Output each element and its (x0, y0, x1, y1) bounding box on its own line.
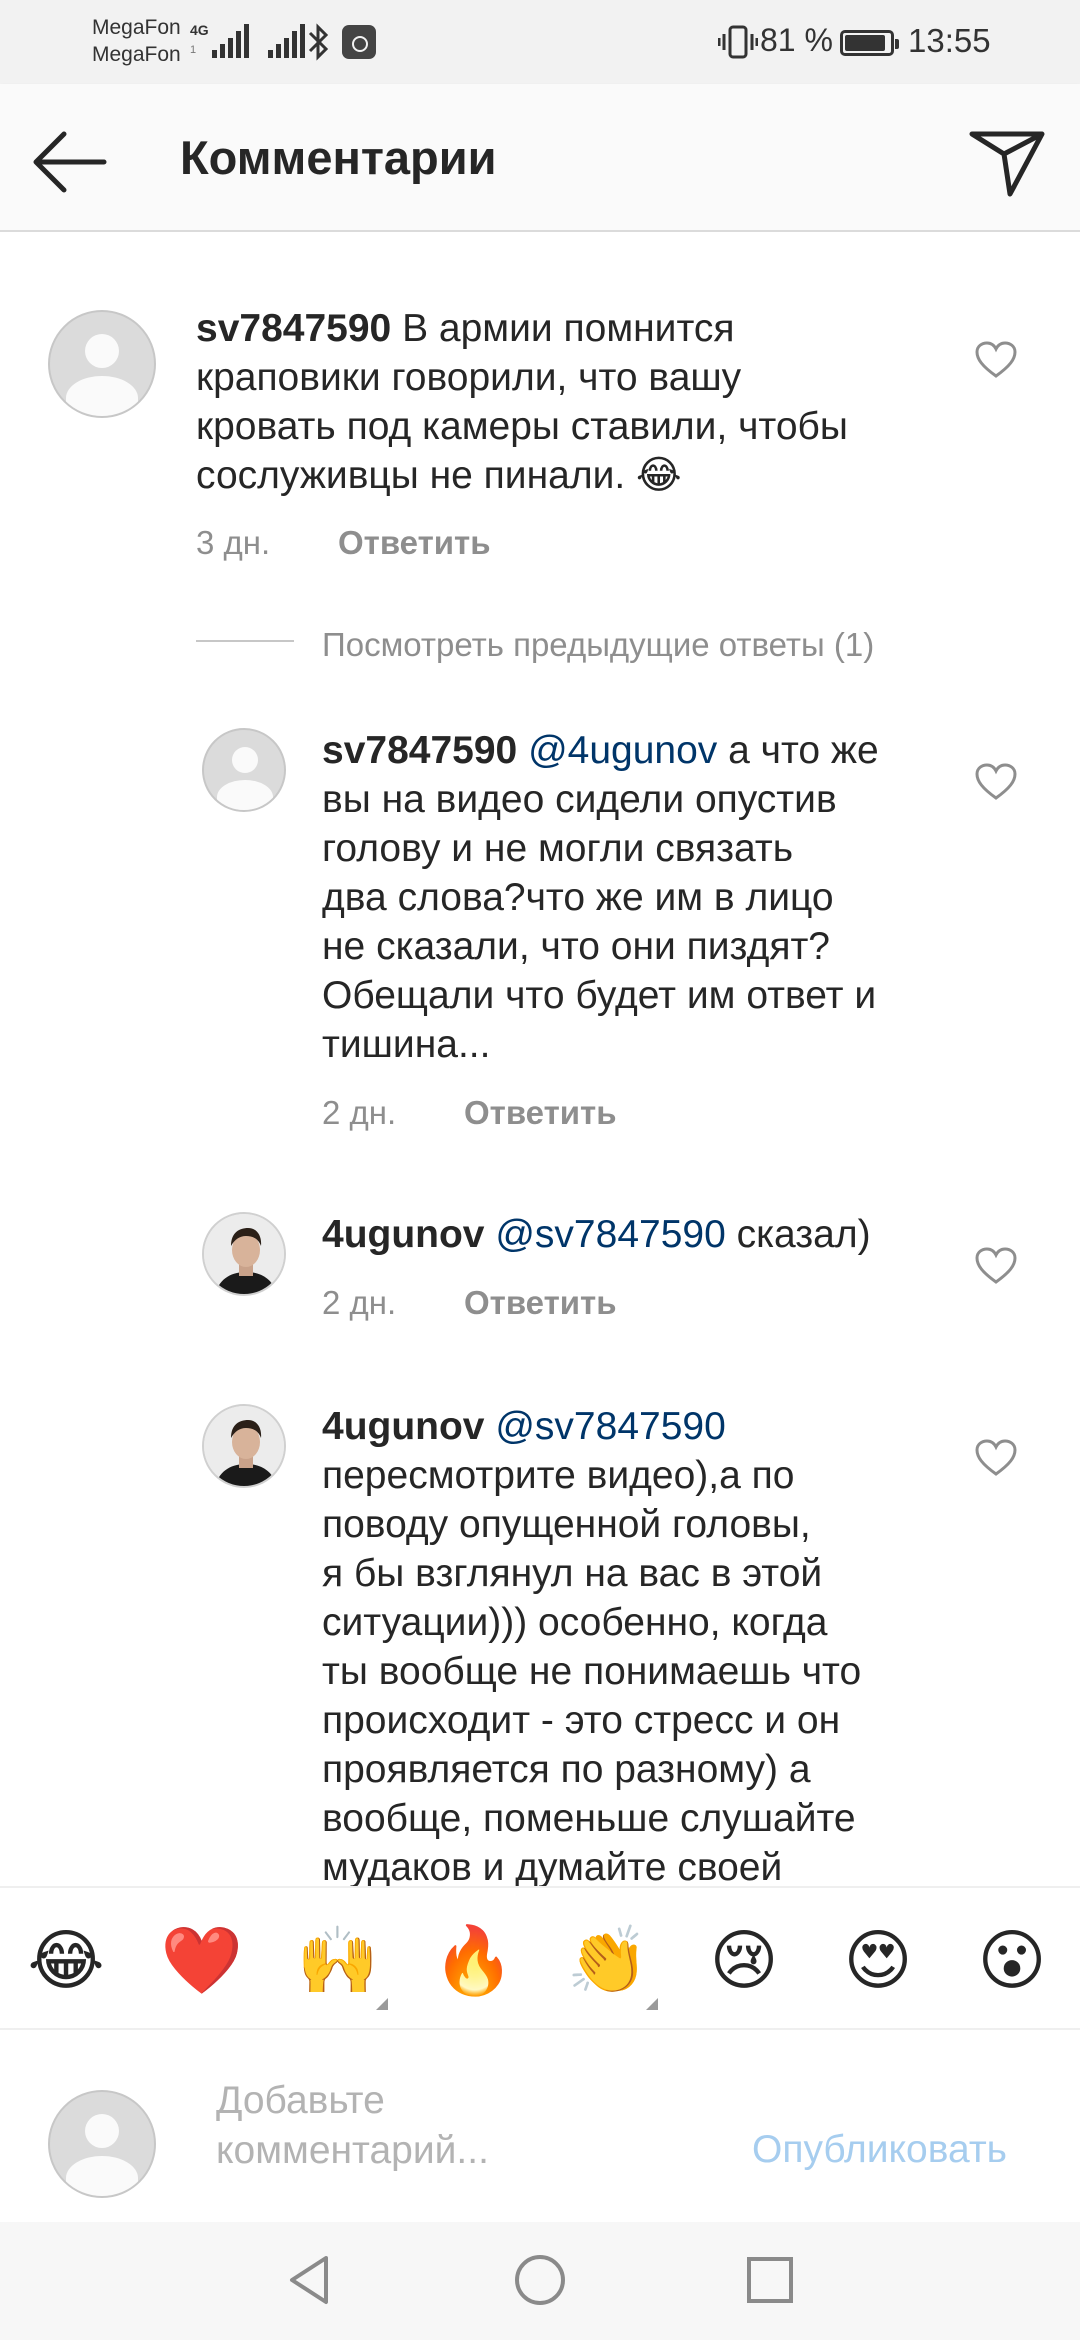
emoji-button[interactable]: 🙌 (296, 1918, 380, 2002)
comment-username[interactable]: 4ugunov (322, 1405, 485, 1448)
comment-text-line: мудаков и думайте своей (322, 1846, 783, 1886)
comment-text-line: не сказали, что они пиздят? (322, 925, 830, 968)
comment-thread[interactable]: sv7847590 В армии помнится краповики гов… (0, 232, 1080, 1886)
comment-text-line: кровать под камеры ставили, чтобы (196, 405, 848, 448)
avatar[interactable] (202, 728, 286, 812)
heart-icon[interactable] (974, 340, 1018, 380)
signal-2-icon (268, 24, 305, 58)
comment-text-line: вообще, поменьше слушайте (322, 1797, 856, 1840)
avatar[interactable] (202, 1404, 286, 1488)
carrier-1: MegaFon (92, 16, 181, 39)
comment-username[interactable]: sv7847590 (322, 729, 517, 772)
arrow-left-icon[interactable] (28, 122, 108, 202)
comment-text-line: краповики говорили, что вашу (196, 356, 742, 399)
network-type: 4G (190, 22, 209, 38)
network-type-2: 1 (190, 44, 197, 56)
home-circle-icon[interactable] (510, 2250, 570, 2310)
page-title: Комментарии (180, 131, 497, 184)
reply-button[interactable]: Ответить (464, 1284, 617, 1322)
emoji-button[interactable]: 😍 (836, 1918, 920, 2002)
vibrate-icon (718, 25, 758, 59)
comment-text-line: тишина... (322, 1023, 491, 1066)
battery-icon (840, 30, 899, 56)
comment-text-line: происходит - это стресс и он (322, 1699, 841, 1742)
comment-input[interactable]: Добавьте комментарий... (216, 2076, 616, 2176)
paper-plane-icon[interactable] (964, 118, 1048, 202)
emoji-button[interactable]: ❤️ (160, 1918, 244, 2002)
comment-text-line: В армии помнится (402, 307, 735, 350)
comment-body: sv7847590 @4ugunov а что же вы на видео … (322, 726, 879, 1069)
reply-button[interactable]: Ответить (464, 1094, 617, 1132)
comment-text-line: голову и не могли связать (322, 827, 794, 870)
emoji-button[interactable]: 😢 (702, 1918, 786, 2002)
comment-composer: Добавьте комментарий... Опубликовать (0, 2030, 1080, 2222)
bluetooth-icon (308, 23, 329, 61)
emoji-button[interactable]: 😂 (24, 1918, 108, 2002)
skin-tone-indicator (646, 1998, 658, 2010)
app-header: Комментарии (0, 84, 1080, 232)
comment-text-line: а что же (728, 729, 879, 772)
comment-text-line: сослуживцы не пинали. 😂 (196, 454, 682, 497)
user-photo-icon (204, 1214, 284, 1294)
emoji-button[interactable]: 🔥 (432, 1918, 516, 2002)
battery-percent: 81 % (760, 22, 833, 58)
comment-mention[interactable]: @sv7847590 (495, 1405, 725, 1448)
emoji-quick-bar: 😂 ❤️ 🙌 🔥 👏 😢 😍 😮 (0, 1886, 1080, 2030)
reply-button[interactable]: Ответить (338, 524, 491, 562)
back-triangle-icon[interactable] (280, 2250, 340, 2310)
signal-icon (212, 24, 249, 58)
avatar (48, 2090, 156, 2198)
divider (196, 640, 294, 642)
avatar[interactable] (202, 1212, 286, 1296)
carrier-names: MegaFon MegaFon (92, 14, 181, 68)
comment-mention[interactable]: @sv7847590 (495, 1213, 725, 1256)
emoji-button[interactable]: 😮 (970, 1918, 1054, 2002)
comment-text-line: я бы взглянул на вас в этой (322, 1552, 823, 1595)
comment-age: 2 дн. (322, 1284, 397, 1321)
comment-input-placeholder: Добавьте (216, 2079, 385, 2122)
comment-text-line: поводу опущенной головы, (322, 1503, 811, 1546)
screen-record-icon (342, 25, 376, 59)
clock: 13:55 (908, 22, 991, 59)
user-photo-icon (204, 1406, 284, 1486)
comment-input-placeholder: комментарий... (216, 2129, 489, 2172)
comment-body: 4ugunov @sv7847590 сказал) (322, 1210, 871, 1259)
status-bar: MegaFon MegaFon 4G 1 81 % 13:55 (0, 0, 1080, 84)
view-previous-replies[interactable]: Посмотреть предыдущие ответы (1) (322, 626, 874, 664)
comment-username[interactable]: sv7847590 (196, 307, 391, 350)
comment-text-line: два слова?что же им в лицо (322, 876, 834, 919)
skin-tone-indicator (376, 1998, 388, 2010)
avatar[interactable] (48, 310, 156, 418)
comment-text-line: пересмотрите видео),а по (322, 1454, 795, 1497)
comment-text-line: сказал) (736, 1213, 871, 1256)
heart-icon[interactable] (974, 1438, 1018, 1478)
comment-text-line: проявляется по разному) а (322, 1748, 811, 1791)
emoji-button[interactable]: 👏 (566, 1918, 650, 2002)
comment-text-line: ты вообще не понимаешь что (322, 1650, 862, 1693)
recents-square-icon[interactable] (740, 2250, 800, 2310)
comment-body: sv7847590 В армии помнится краповики гов… (196, 304, 848, 500)
comment-age: 3 дн. (196, 524, 271, 561)
comment-text-line: Обещали что будет им ответ и (322, 974, 877, 1017)
heart-icon[interactable] (974, 1246, 1018, 1286)
comment-text-line: ситуации))) особенно, когда (322, 1601, 828, 1644)
comment-text-line: вы на видео сидели опустив (322, 778, 837, 821)
comment-age: 2 дн. (322, 1094, 397, 1131)
comment-body: 4ugunov @sv7847590 пересмотрите видео),а… (322, 1402, 861, 1886)
publish-button[interactable]: Опубликовать (752, 2128, 1007, 2172)
comment-mention[interactable]: @4ugunov (528, 729, 717, 772)
heart-icon[interactable] (974, 762, 1018, 802)
carrier-2: MegaFon (92, 43, 181, 66)
system-nav-bar (0, 2222, 1080, 2340)
comment-username[interactable]: 4ugunov (322, 1213, 485, 1256)
